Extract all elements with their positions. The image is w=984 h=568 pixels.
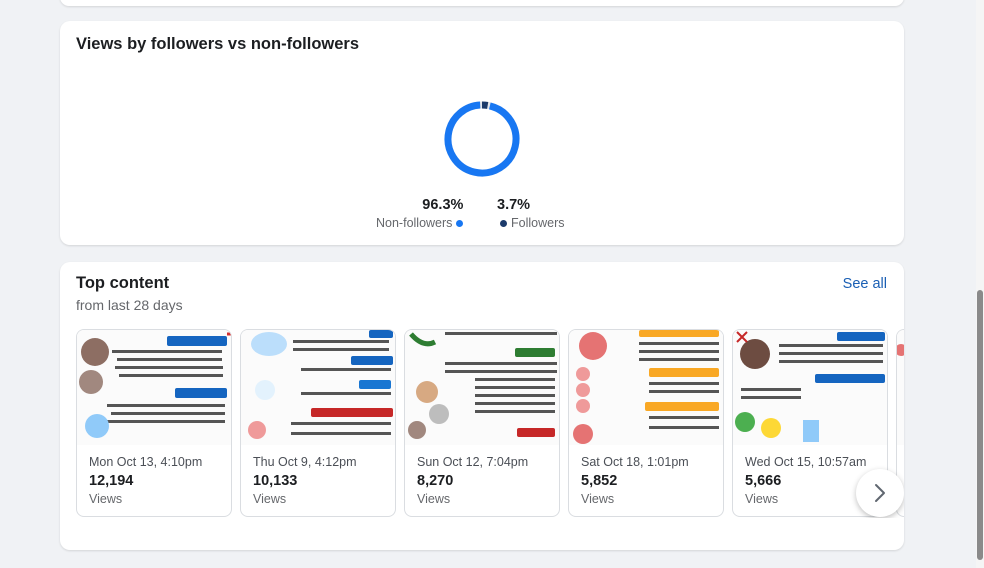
views-by-followers-card: Views by followers vs non-followers 96.3…: [60, 21, 904, 245]
see-all-link[interactable]: See all: [843, 276, 887, 292]
top-content-title: Top content: [76, 274, 170, 292]
post-thumbnail: [733, 330, 887, 445]
post-thumbnail: [77, 330, 231, 445]
views-card-title: Views by followers vs non-followers: [76, 35, 360, 53]
post-thumbnail: [405, 330, 559, 445]
post-views-label: Views: [417, 492, 451, 506]
carousel-next-button[interactable]: [856, 469, 904, 517]
top-content-card: Top content from last 28 days See all Mo: [60, 262, 904, 550]
post-views-label: Views: [89, 492, 123, 506]
followers-percent: 3.7%: [497, 197, 531, 213]
post-views-count: 12,194: [89, 473, 134, 489]
post-views-label: Views: [581, 492, 615, 506]
followers-legend-dot: [500, 219, 507, 227]
post-card[interactable]: Sat Oct 18, 1:01pm 5,852 Views: [568, 329, 724, 517]
non-followers-label: Non-followers: [376, 216, 453, 230]
top-content-carousel: Mon Oct 13, 4:10pm 12,194 Views Thu Oct …: [76, 329, 904, 518]
post-thumbnail: [241, 330, 395, 445]
post-card[interactable]: Mon Oct 13, 4:10pm 12,194 Views: [76, 329, 232, 517]
non-followers-arc: [444, 101, 520, 177]
previous-card: [60, 0, 904, 6]
followers-stat: 3.7% Followers: [497, 197, 565, 230]
post-date: Mon Oct 13, 4:10pm: [89, 455, 203, 469]
non-followers-stat: 96.3% Non-followers: [376, 197, 464, 230]
post-thumbnail: [569, 330, 723, 445]
post-date: Wed Oct 15, 10:57am: [745, 455, 867, 469]
post-date: Sun Oct 12, 7:04pm: [417, 455, 529, 469]
post-views-count: 10,133: [253, 473, 298, 489]
scrollbar-thumb[interactable]: [977, 290, 983, 560]
post-views-count: 5,852: [581, 473, 618, 489]
chevron-right-icon: [875, 484, 885, 502]
non-followers-legend-dot: [456, 219, 464, 227]
post-views-label: Views: [253, 492, 287, 506]
post-date: Sat Oct 18, 1:01pm: [581, 455, 689, 469]
post-thumbnail: [897, 330, 904, 445]
top-content-subtitle: from last 28 days: [76, 297, 183, 313]
views-donut-chart: [444, 101, 520, 177]
post-views-count: 8,270: [417, 473, 454, 489]
post-date: Thu Oct 9, 4:12pm: [253, 455, 357, 469]
post-views-count: 5,666: [745, 473, 782, 489]
followers-label: Followers: [511, 216, 565, 230]
post-card[interactable]: Sun Oct 12, 7:04pm 8,270 Views: [404, 329, 560, 517]
non-followers-percent: 96.3%: [422, 197, 464, 213]
post-views-label: Views: [745, 492, 779, 506]
post-card[interactable]: Thu Oct 9, 4:12pm 10,133 Views: [240, 329, 396, 517]
